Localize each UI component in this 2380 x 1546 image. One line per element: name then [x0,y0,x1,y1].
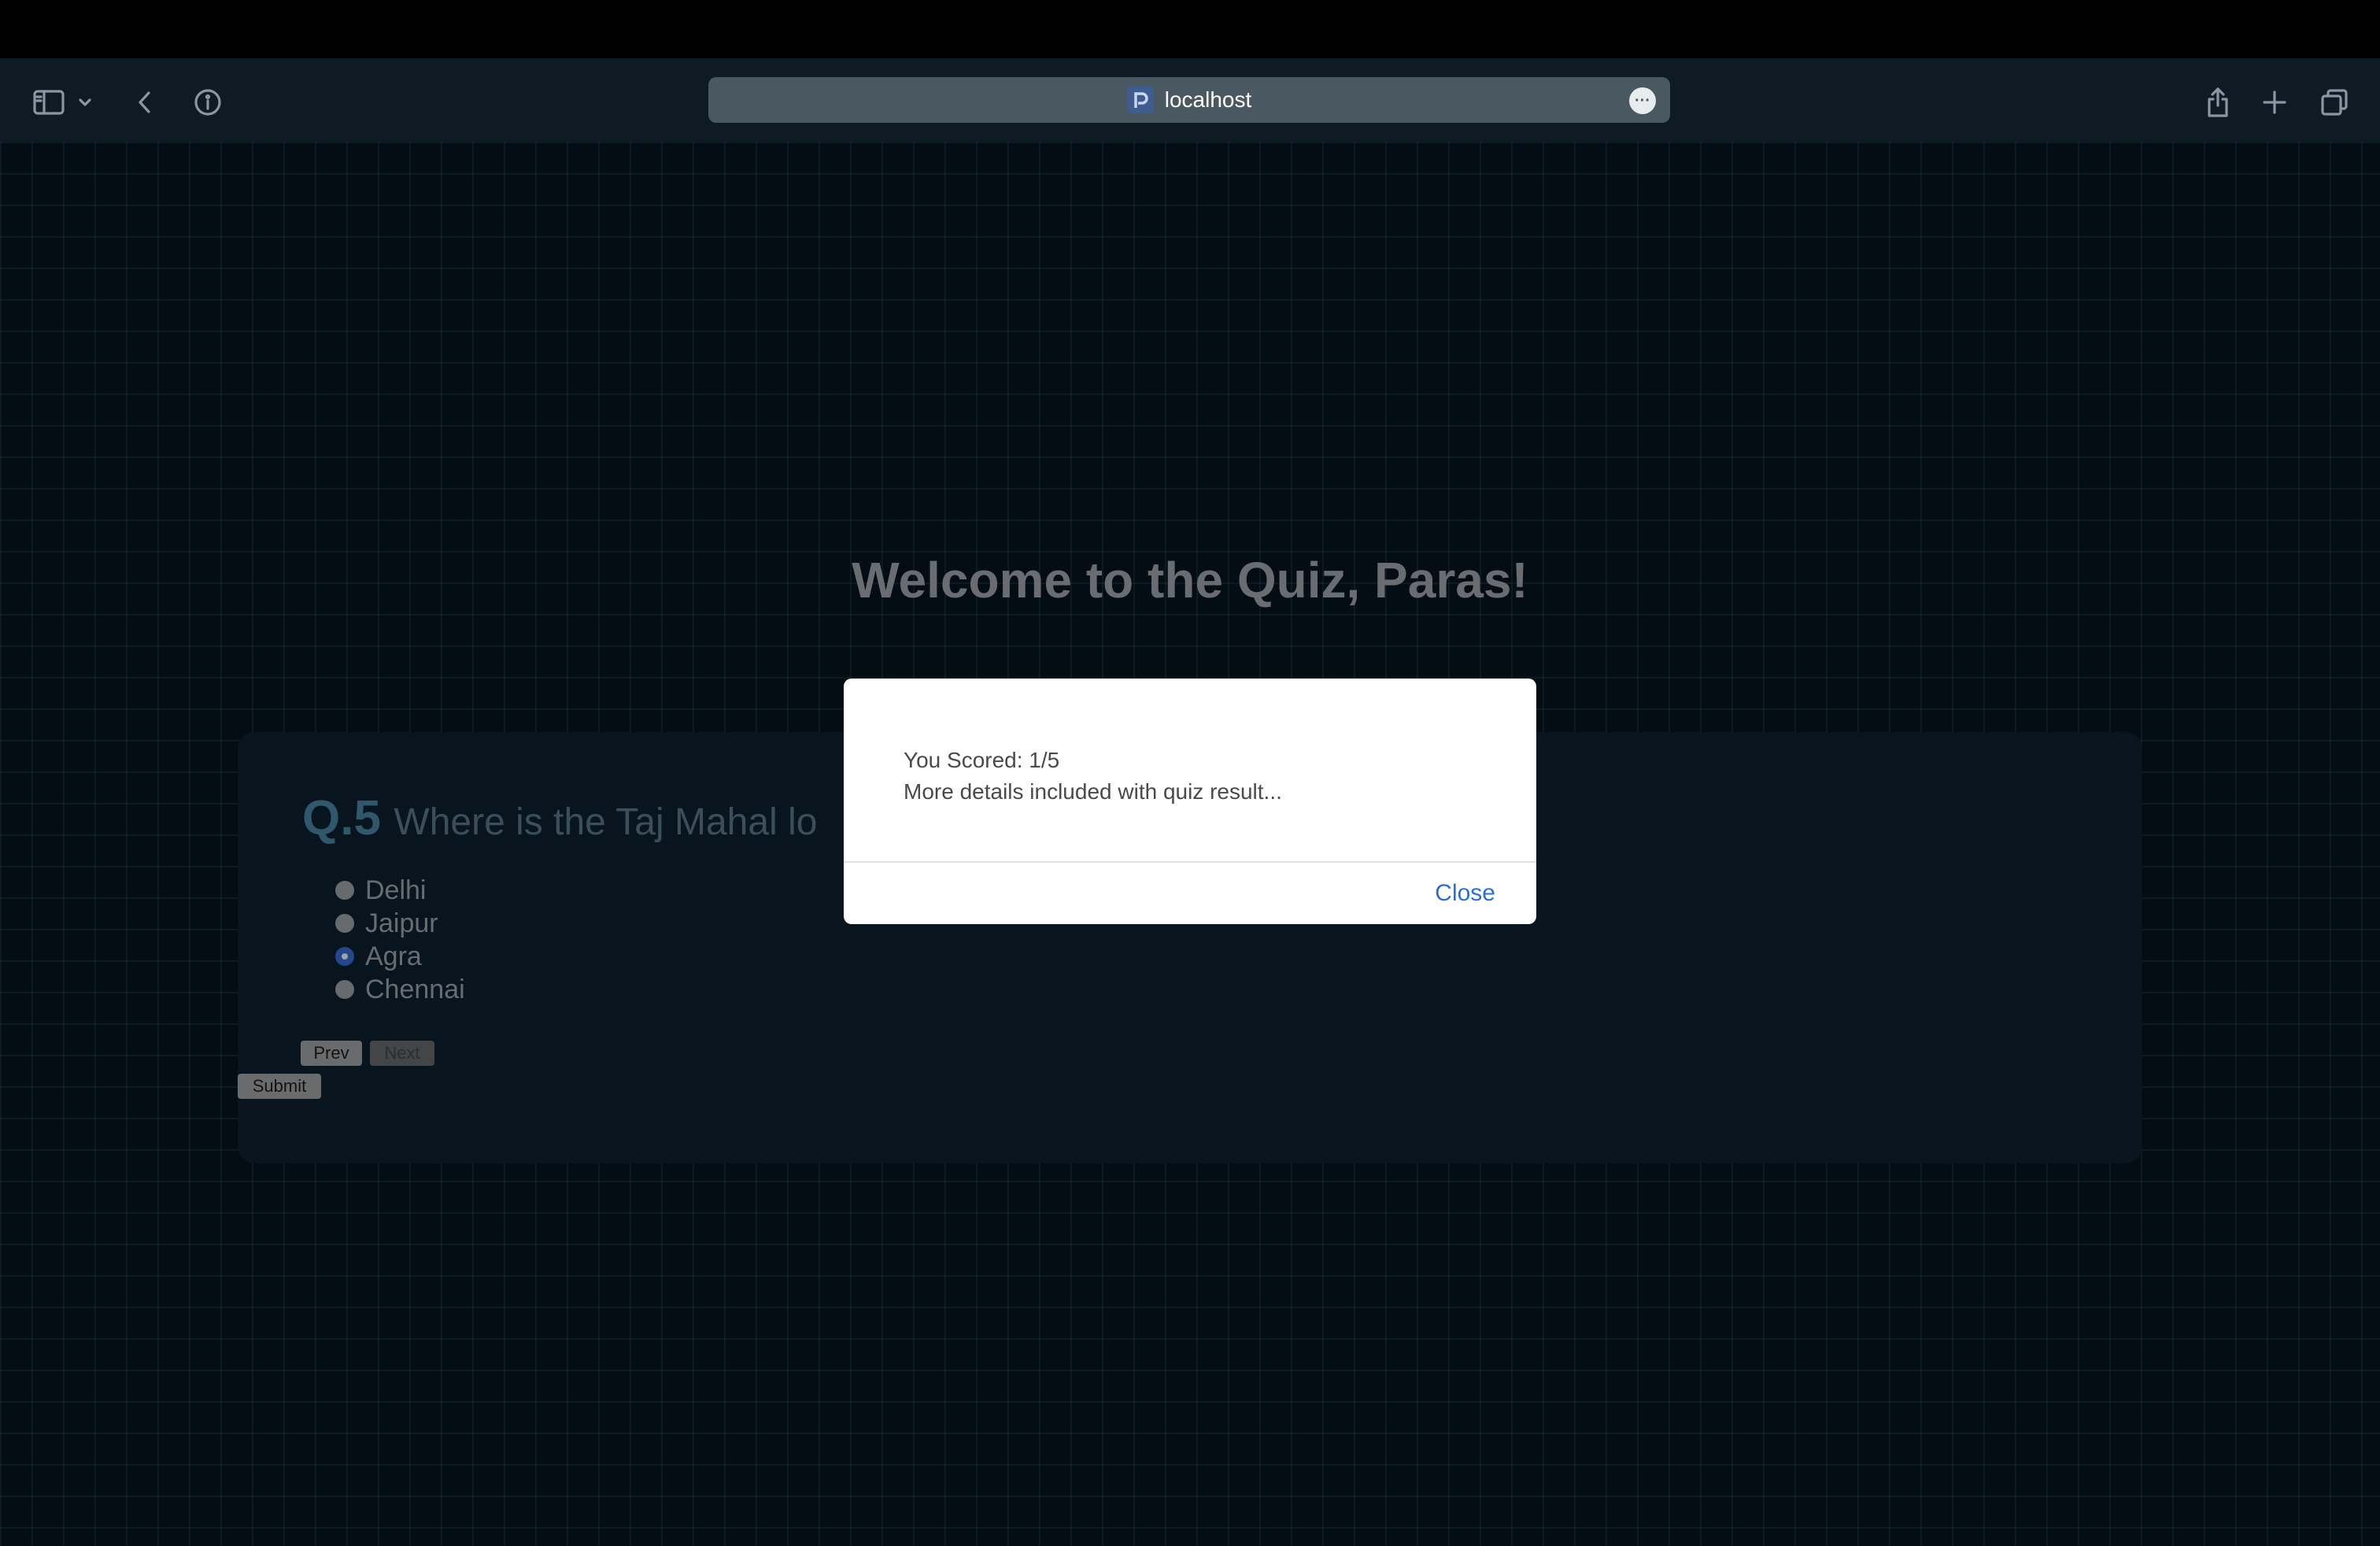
more-icon[interactable]: ··· [1629,87,1656,114]
share-icon[interactable] [2196,80,2240,124]
screen-top-strip [0,0,2380,58]
modal-body: You Scored: 1/5 More details included wi… [904,745,1282,808]
result-modal: You Scored: 1/5 More details included wi… [844,679,1536,924]
plus-icon[interactable] [2252,80,2297,124]
chevron-down-icon[interactable] [71,80,99,124]
site-favicon-icon [1126,87,1154,113]
details-text: More details included with quiz result..… [904,779,1282,804]
sidebar-icon[interactable] [27,80,71,124]
modal-divider [844,861,1536,863]
score-text: You Scored: 1/5 [904,748,1060,772]
browser-toolbar: localhost ··· [0,58,2380,142]
address-bar[interactable]: localhost ··· [708,77,1670,123]
info-icon[interactable] [186,80,230,124]
back-icon[interactable] [123,80,167,124]
close-button[interactable]: Close [1435,880,1495,907]
url-text: localhost [1164,87,1252,112]
tabs-icon[interactable] [2312,80,2356,124]
